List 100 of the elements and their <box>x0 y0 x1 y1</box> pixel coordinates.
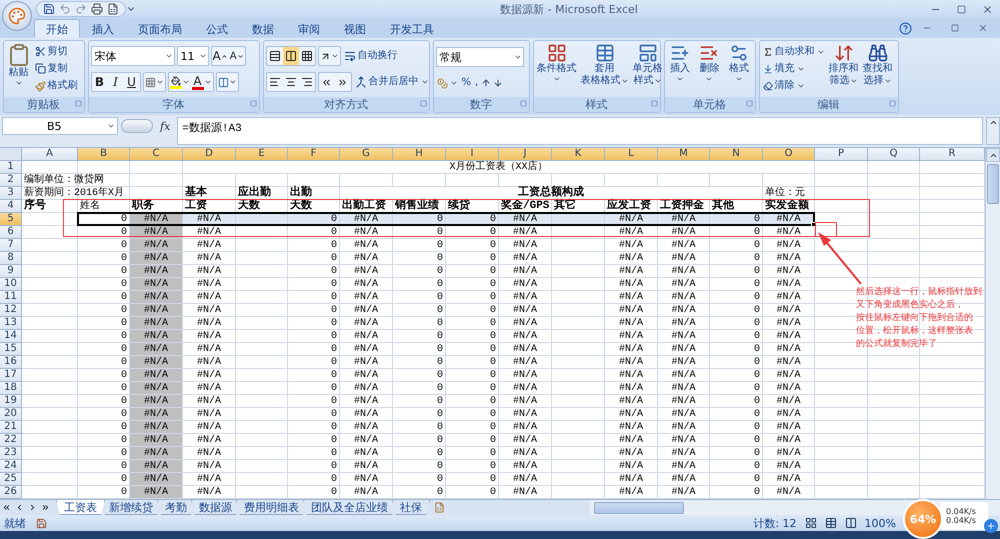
column-header[interactable]: P <box>815 148 868 161</box>
grow-font-button[interactable]: A <box>212 47 229 65</box>
column-header[interactable]: O <box>763 148 815 161</box>
name-box[interactable]: B5 <box>2 117 118 135</box>
row-header[interactable]: 25 <box>0 473 22 486</box>
print-preview-icon <box>91 3 103 15</box>
row-header[interactable]: 8 <box>0 252 22 265</box>
row-header[interactable]: 16 <box>0 356 22 369</box>
row-header[interactable]: 22 <box>0 434 22 447</box>
ribbon-tab[interactable]: 审阅 <box>286 19 332 38</box>
fill-handle[interactable] <box>811 222 816 227</box>
column-header[interactable]: N <box>710 148 763 161</box>
column-header[interactable]: C <box>130 148 183 161</box>
sheet-tab[interactable]: 新增续贷 <box>101 500 161 515</box>
ribbon-tab[interactable]: 视图 <box>332 19 378 38</box>
sheet-tab[interactable]: 社保 <box>392 500 430 515</box>
column-header[interactable]: B <box>78 148 130 161</box>
vertical-scrollbar[interactable] <box>985 148 1000 499</box>
column-header[interactable]: K <box>552 148 605 161</box>
row-header[interactable]: 2 <box>0 174 22 187</box>
row-header[interactable]: 6 <box>0 226 22 239</box>
row-header[interactable]: 20 <box>0 408 22 421</box>
annotation-text: 然后选择这一行，鼠标指针放到 又下角变成黑色实心之后， 按住鼠标左键向下拖到合适的 位置，松开鼠标，这样整张表 的公式就复制完毕了 <box>856 286 982 351</box>
ribbon-button[interactable]: 删除 <box>698 43 720 95</box>
sheet-tab[interactable]: 费用明细表 <box>236 500 307 515</box>
sheet-tab[interactable]: 团队及全店业绩 <box>303 500 396 515</box>
column-header[interactable]: A <box>22 148 78 161</box>
ribbon-button[interactable]: 条件格式 <box>536 43 578 95</box>
bold-button[interactable]: B <box>92 73 108 91</box>
vertical-align-button[interactable] <box>282 47 298 65</box>
scrollbar-thumb[interactable] <box>594 502 684 514</box>
row-header[interactable]: 17 <box>0 369 22 382</box>
column-header[interactable]: G <box>340 148 393 161</box>
ribbon-button[interactable]: 排序和 筛选 <box>828 43 860 95</box>
wrap-text-button[interactable]: 自动换行 <box>342 48 398 64</box>
sheet-tab[interactable]: 工资表 <box>56 500 105 515</box>
add-button[interactable] <box>984 519 998 533</box>
ribbon-button[interactable]: 单元格 样式 <box>632 43 664 95</box>
ribbon-button[interactable]: 格式 <box>728 43 750 95</box>
row-header[interactable]: 4 <box>0 200 22 213</box>
formula-input[interactable]: =数据源!A3 <box>177 117 983 145</box>
column-header[interactable]: E <box>236 148 288 161</box>
ribbon-tab[interactable]: 页面布局 <box>126 19 194 38</box>
row-header[interactable]: 10 <box>0 278 22 291</box>
italic-button[interactable]: I <box>108 73 124 91</box>
ribbon-tab[interactable]: 公式 <box>194 19 240 38</box>
clear-button[interactable]: 清除 <box>762 78 826 94</box>
row-header[interactable]: 7 <box>0 239 22 252</box>
fill-button[interactable]: 填充 <box>762 60 826 77</box>
scrollbar-thumb[interactable] <box>987 164 999 204</box>
insert-function-button[interactable]: fx <box>156 117 174 135</box>
column-header[interactable]: M <box>658 148 710 161</box>
row-header[interactable]: 12 <box>0 304 22 317</box>
copy-button[interactable]: 复制 <box>34 60 78 77</box>
cut-button[interactable]: 剪切 <box>34 44 78 60</box>
row-header[interactable]: 18 <box>0 382 22 395</box>
column-header[interactable]: H <box>393 148 446 161</box>
column-header[interactable]: L <box>605 148 658 161</box>
row-header[interactable]: 9 <box>0 265 22 278</box>
ribbon-tab[interactable]: 数据 <box>240 19 286 38</box>
row-header[interactable]: 15 <box>0 343 22 356</box>
row-header[interactable]: 5 <box>0 213 22 226</box>
column-header[interactable]: Q <box>868 148 920 161</box>
ribbon-tab[interactable]: 开发工具 <box>378 19 446 38</box>
row-header[interactable]: 11 <box>0 291 22 304</box>
sheet-tab[interactable]: 数据源 <box>191 500 240 515</box>
row-header[interactable]: 21 <box>0 421 22 434</box>
shrink-font-button[interactable]: A <box>228 47 245 65</box>
ribbon-button[interactable]: 插入 <box>669 43 692 95</box>
merge-center-button[interactable]: 合并后居中 <box>354 74 430 90</box>
row-header[interactable]: 14 <box>0 330 22 343</box>
cell-text: #N/A <box>512 448 537 458</box>
column-header[interactable]: R <box>920 148 985 161</box>
ribbon-tab[interactable]: 插入 <box>80 19 126 38</box>
column-header[interactable]: F <box>288 148 340 161</box>
underline-button[interactable]: U <box>124 73 140 91</box>
row-header[interactable]: 1 <box>0 161 22 174</box>
formula-bar-handle[interactable] <box>121 119 153 133</box>
row-header[interactable]: 19 <box>0 395 22 408</box>
autosum-button[interactable]: 自动求和 <box>762 44 826 60</box>
font-name-select[interactable]: 宋体 <box>90 46 174 66</box>
font-size-select[interactable]: 11 <box>176 46 208 66</box>
number-format-select[interactable]: 常规 <box>436 47 524 67</box>
row-header[interactable]: 3 <box>0 187 22 200</box>
ribbon-button[interactable]: 查找和 选择 <box>862 43 894 95</box>
scroll-up-button[interactable] <box>986 148 1000 162</box>
column-header[interactable]: J <box>499 148 552 161</box>
comma-button[interactable]: , <box>474 75 480 91</box>
row-header[interactable]: 24 <box>0 460 22 473</box>
row-header[interactable]: 13 <box>0 317 22 330</box>
column-header[interactable]: I <box>446 148 499 161</box>
format-painter-button[interactable]: 格式刷 <box>34 78 78 94</box>
column-header[interactable]: D <box>183 148 236 161</box>
sheet-tab[interactable]: 考勤 <box>157 500 195 515</box>
row-header[interactable]: 23 <box>0 447 22 460</box>
row-header[interactable]: 26 <box>0 486 22 499</box>
ribbon-tab[interactable]: 开始 <box>34 19 80 38</box>
percent-button[interactable]: % <box>460 75 472 91</box>
ribbon-button[interactable]: 粘贴 <box>6 43 32 95</box>
ribbon-button[interactable]: 套用 表格格式 <box>580 43 630 95</box>
